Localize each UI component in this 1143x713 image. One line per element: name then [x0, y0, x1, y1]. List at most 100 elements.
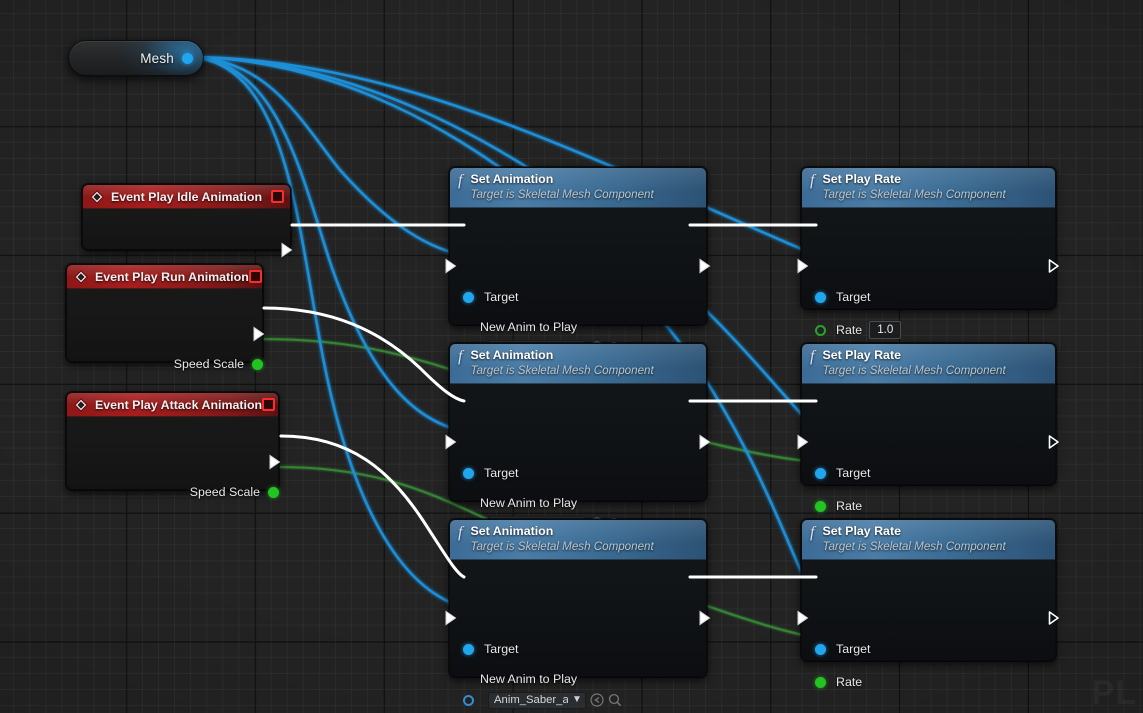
node-title: Set Animation — [470, 524, 653, 538]
event-node-play-idle-animation[interactable]: Event Play Idle Animation — [82, 184, 291, 250]
set-play-rate-node-3[interactable]: f Set Play Rate Target is Skeletal Mesh … — [801, 519, 1056, 661]
new-anim-label-row: New Anim to Play — [480, 318, 577, 336]
event-title: Event Play Idle Animation — [111, 190, 262, 204]
event-delete-pin[interactable] — [262, 398, 275, 411]
exec-in-icon[interactable] — [444, 434, 458, 450]
exec-out-pin-row[interactable] — [698, 609, 712, 627]
event-header: Event Play Idle Animation — [83, 185, 290, 209]
set-play-rate-node-2[interactable]: f Set Play Rate Target is Skeletal Mesh … — [801, 343, 1056, 485]
exec-in-icon[interactable] — [796, 610, 810, 626]
exec-out-pin-row[interactable] — [1047, 433, 1061, 451]
rate-input-pin[interactable] — [815, 325, 826, 336]
set-play-rate-node-1[interactable]: f Set Play Rate Target is Skeletal Mesh … — [801, 167, 1056, 309]
blueprint-graph-canvas[interactable]: PL — [0, 0, 1143, 713]
rate-value-input[interactable]: 1.0 — [869, 321, 901, 339]
set-animation-node-2[interactable]: f Set Animation Target is Skeletal Mesh … — [449, 343, 707, 501]
speed-scale-pin-row[interactable]: Speed Scale — [190, 483, 279, 501]
function-icon: f — [458, 173, 462, 188]
event-title: Event Play Run Animation — [95, 270, 249, 284]
event-delete-pin[interactable] — [271, 190, 284, 203]
exec-out-pin-row[interactable] — [698, 433, 712, 451]
event-diamond-icon — [90, 190, 104, 204]
speed-scale-output-pin[interactable] — [268, 487, 279, 498]
event-node-play-run-animation[interactable]: Event Play Run Animation Speed Scale — [66, 264, 263, 362]
node-subtitle: Target is Skeletal Mesh Component — [822, 363, 1005, 378]
target-pin-row[interactable]: Target — [463, 288, 518, 306]
new-anim-to-play-label: New Anim to Play — [480, 672, 577, 686]
mesh-variable-node[interactable]: Mesh — [68, 40, 204, 76]
target-input-pin[interactable] — [463, 292, 474, 303]
exec-in-pin-row[interactable] — [796, 609, 810, 627]
new-anim-input-pin[interactable] — [463, 695, 474, 706]
rate-input-pin[interactable] — [815, 501, 826, 512]
exec-out-icon[interactable] — [280, 242, 294, 258]
exec-in-icon[interactable] — [444, 258, 458, 274]
event-exec-out-pin-row[interactable] — [268, 453, 282, 471]
exec-out-pin-row[interactable] — [698, 257, 712, 275]
mesh-output-pin[interactable] — [182, 53, 193, 64]
function-icon: f — [810, 349, 814, 364]
node-title: Set Animation — [470, 348, 653, 362]
exec-out-icon[interactable] — [698, 258, 712, 274]
target-input-pin[interactable] — [815, 468, 826, 479]
target-input-pin[interactable] — [463, 468, 474, 479]
target-input-pin[interactable] — [815, 292, 826, 303]
speed-scale-pin-row[interactable]: Speed Scale — [174, 355, 263, 373]
target-pin-row[interactable]: Target — [463, 640, 518, 658]
event-exec-out-pin-row[interactable] — [252, 325, 266, 343]
event-header: Event Play Attack Animation — [67, 393, 278, 417]
exec-out-pin-row[interactable] — [1047, 257, 1061, 275]
event-diamond-icon — [74, 398, 88, 412]
target-pin-row[interactable]: Target — [815, 640, 870, 658]
node-title: Set Play Rate — [822, 348, 1005, 362]
event-delete-pin[interactable] — [249, 270, 262, 283]
event-diamond-icon — [74, 270, 88, 284]
exec-in-pin-row[interactable] — [444, 433, 458, 451]
rate-input-pin[interactable] — [815, 677, 826, 688]
exec-out-icon-unconnected[interactable] — [1047, 258, 1061, 274]
exec-out-icon[interactable] — [252, 326, 266, 342]
target-pin-row[interactable]: Target — [815, 464, 870, 482]
exec-in-pin-row[interactable] — [796, 257, 810, 275]
event-header: Event Play Run Animation — [67, 265, 262, 289]
function-icon: f — [458, 349, 462, 364]
target-input-pin[interactable] — [463, 644, 474, 655]
target-input-pin[interactable] — [815, 644, 826, 655]
exec-in-pin-row[interactable] — [796, 433, 810, 451]
exec-out-icon[interactable] — [698, 434, 712, 450]
node-header: f Set Play Rate Target is Skeletal Mesh … — [802, 168, 1055, 208]
exec-in-icon[interactable] — [796, 434, 810, 450]
exec-out-icon-unconnected[interactable] — [1047, 610, 1061, 626]
target-pin-row[interactable]: Target — [815, 288, 870, 306]
new-anim-pin-row[interactable]: Anim_Saber_at ▼ — [463, 691, 622, 709]
new-anim-to-play-label: New Anim to Play — [480, 496, 577, 510]
new-anim-value: Anim_Saber_at — [494, 694, 568, 706]
rate-pin-row[interactable]: Rate — [815, 497, 862, 515]
event-node-play-attack-animation[interactable]: Event Play Attack Animation Speed Scale — [66, 392, 279, 490]
set-animation-node-1[interactable]: f Set Animation Target is Skeletal Mesh … — [449, 167, 707, 325]
chevron-down-icon[interactable]: ▼ — [572, 695, 582, 705]
node-subtitle: Target is Skeletal Mesh Component — [470, 187, 653, 202]
speed-scale-output-pin[interactable] — [252, 359, 263, 370]
set-animation-node-3[interactable]: f Set Animation Target is Skeletal Mesh … — [449, 519, 707, 677]
node-title: Set Play Rate — [822, 524, 1005, 538]
exec-in-icon[interactable] — [444, 610, 458, 626]
rate-label: Rate — [836, 675, 862, 689]
exec-in-icon[interactable] — [796, 258, 810, 274]
exec-out-icon[interactable] — [268, 454, 282, 470]
event-exec-out-pin-row[interactable] — [280, 241, 294, 259]
exec-out-icon-unconnected[interactable] — [1047, 434, 1061, 450]
rate-pin-row[interactable]: Rate — [815, 673, 862, 691]
browse-back-icon[interactable] — [590, 693, 604, 707]
search-icon[interactable] — [608, 693, 622, 707]
speed-scale-label: Speed Scale — [174, 357, 244, 371]
exec-in-pin-row[interactable] — [444, 609, 458, 627]
exec-out-pin-row[interactable] — [1047, 609, 1061, 627]
exec-out-icon[interactable] — [698, 610, 712, 626]
rate-pin-row[interactable]: Rate 1.0 — [815, 321, 901, 339]
new-anim-dropdown[interactable]: Anim_Saber_at ▼ — [488, 692, 586, 709]
target-pin-row[interactable]: Target — [463, 464, 518, 482]
exec-in-pin-row[interactable] — [444, 257, 458, 275]
function-icon: f — [458, 525, 462, 540]
function-icon: f — [810, 173, 814, 188]
